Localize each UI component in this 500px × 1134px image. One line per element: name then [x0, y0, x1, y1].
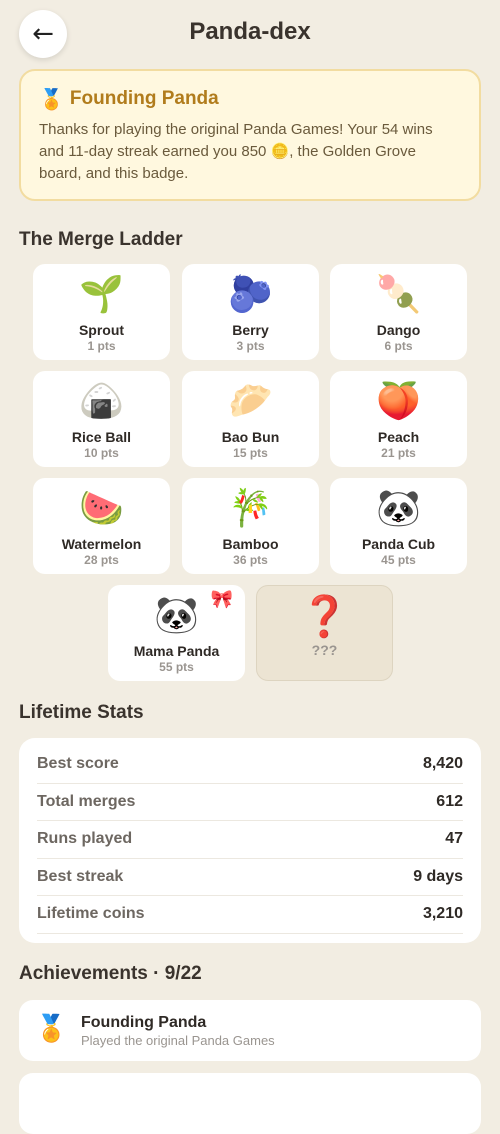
- founding-text: Thanks for playing the original Panda Ga…: [39, 121, 433, 182]
- founding-title: Founding Panda: [69, 88, 219, 109]
- stat-value: 3,210: [422, 905, 463, 923]
- sprout-icon: 🌱: [79, 274, 124, 315]
- stat-row: Best streak 9 days: [37, 859, 463, 896]
- rice-ball-icon: 🍙: [79, 381, 124, 422]
- ladder-item-points: 1 pts: [87, 339, 116, 353]
- peach-icon: 🍑: [376, 381, 421, 422]
- ladder-item-points: 21 pts: [381, 446, 416, 460]
- ladder-item-points: 3 pts: [236, 339, 265, 353]
- ladder-item-panda-cub[interactable]: 🐼 Panda Cub 45 pts: [330, 478, 467, 574]
- ladder-item-berry[interactable]: 🫐 Berry 3 pts: [182, 264, 319, 360]
- medal-icon: 🏅: [39, 87, 64, 111]
- ladder-item-bao-bun[interactable]: 🥟 Bao Bun 15 pts: [182, 371, 319, 467]
- ladder-item-peach[interactable]: 🍑 Peach 21 pts: [330, 371, 467, 467]
- ladder-item-name: Panda Cub: [361, 536, 436, 552]
- ribbon-icon: 🎀: [210, 589, 233, 610]
- lifetime-stats-card: Best score 8,420 Total merges 612 Runs p…: [19, 738, 481, 943]
- page-title: Panda-dex: [189, 18, 311, 45]
- ladder-item-name: ???: [311, 642, 338, 658]
- stat-label: Lifetime coins: [37, 905, 145, 923]
- header: ← Panda-dex: [0, 0, 500, 68]
- ladder-item-sprout[interactable]: 🌱 Sprout 1 pts: [33, 264, 170, 360]
- stat-row: Total merges 612: [37, 784, 463, 821]
- ladder-item-points: 45 pts: [381, 553, 416, 567]
- question-mark-icon: ❓: [299, 594, 350, 640]
- bamboo-icon: 🎋: [228, 488, 273, 529]
- ladder-item-name: Rice Ball: [71, 429, 132, 445]
- stat-label: Runs played: [37, 830, 133, 848]
- stat-value: 612: [436, 792, 463, 810]
- stat-row: Runs played 47: [37, 821, 463, 859]
- ladder-item-points: 28 pts: [84, 553, 119, 567]
- panda-icon: 🐼: [376, 488, 421, 529]
- ladder-item-mama-panda[interactable]: 🎀 🐼 Mama Panda 55 pts: [108, 585, 245, 681]
- stat-label: Best score: [37, 755, 119, 773]
- achievements-title: Achievements · 9/22: [19, 963, 202, 984]
- dango-icon: 🍡: [376, 274, 421, 315]
- lifetime-stats-title: Lifetime Stats: [19, 702, 144, 723]
- achievement-title: Founding Panda: [81, 1014, 207, 1031]
- ladder-item-points: 10 pts: [84, 446, 119, 460]
- ladder-item-name: Mama Panda: [133, 643, 220, 659]
- watermelon-icon: 🍉: [79, 488, 124, 529]
- ladder-item-dango[interactable]: 🍡 Dango 6 pts: [330, 264, 467, 360]
- stat-value: 47: [445, 830, 463, 848]
- achievement-item[interactable]: 🏅 Founding Panda Played the original Pan…: [19, 1000, 481, 1061]
- achievement-description: Played the original Panda Games: [81, 1033, 275, 1048]
- ladder-item-bamboo[interactable]: 🎋 Bamboo 36 pts: [182, 478, 319, 574]
- ladder-item-name: Bamboo: [222, 536, 279, 552]
- stat-row: Best score 8,420: [37, 746, 463, 784]
- berry-icon: 🫐: [228, 274, 273, 315]
- ladder-item-name: Peach: [377, 429, 420, 445]
- stat-value: 8,420: [422, 755, 463, 773]
- ladder-item-points: 36 pts: [233, 553, 268, 567]
- medal-icon: 🏅: [35, 1014, 68, 1044]
- ladder-item-name: Sprout: [78, 322, 125, 338]
- ladder-item-points: 6 pts: [384, 339, 413, 353]
- ladder-item-points: 15 pts: [233, 446, 268, 460]
- ladder-item-name: Berry: [232, 322, 269, 338]
- ladder-item-name: Watermelon: [61, 536, 142, 552]
- stat-label: Best streak: [37, 867, 124, 885]
- ladder-item-points: 55 pts: [159, 660, 194, 674]
- bao-bun-icon: 🥟: [228, 381, 273, 422]
- ladder-item-locked[interactable]: ❓ ???: [256, 585, 393, 681]
- ladder-item-name: Dango: [376, 322, 421, 338]
- stat-row: Lifetime coins 3,210: [37, 896, 463, 934]
- stat-value: 9 days: [413, 867, 463, 885]
- ladder-item-watermelon[interactable]: 🍉 Watermelon 28 pts: [33, 478, 170, 574]
- merge-ladder-title: The Merge Ladder: [19, 229, 183, 250]
- ladder-item-name: Bao Bun: [221, 429, 280, 445]
- stat-label: Total merges: [37, 792, 136, 810]
- ladder-item-rice-ball[interactable]: 🍙 Rice Ball 10 pts: [33, 371, 170, 467]
- founding-panda-card: 🏅 Founding Panda Thanks for playing the …: [19, 69, 481, 201]
- achievement-item[interactable]: [19, 1073, 481, 1134]
